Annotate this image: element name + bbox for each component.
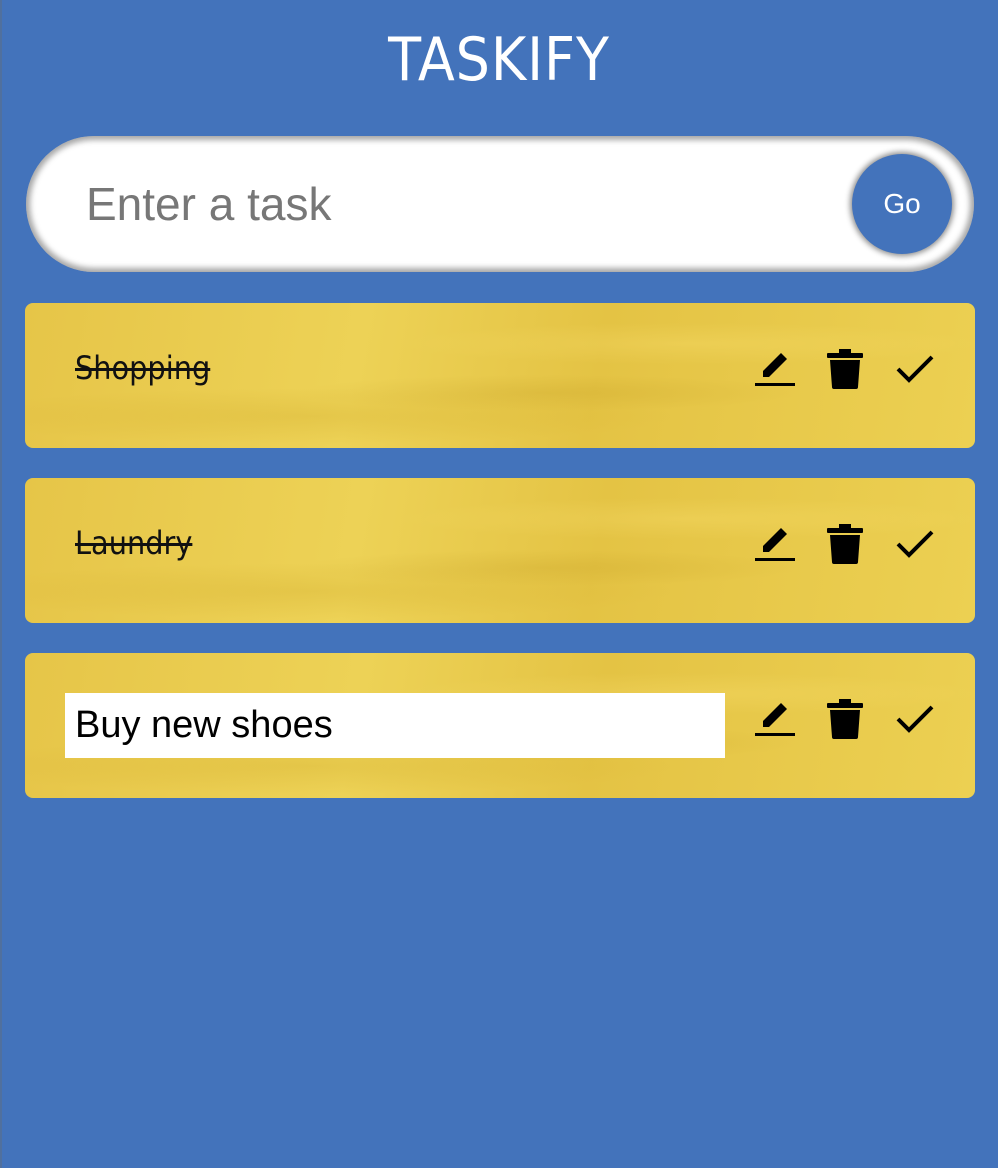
task-text: Laundry	[75, 524, 193, 562]
app-title: TASKIFY	[388, 25, 610, 95]
window-edge	[0, 0, 2, 1168]
pencil-icon[interactable]	[755, 522, 795, 566]
task-list: Shopping Laundry Buy new shoes	[25, 303, 975, 828]
task-card: Laundry	[25, 478, 975, 623]
task-card	[25, 653, 975, 798]
go-button[interactable]: Go	[852, 154, 952, 254]
pencil-icon[interactable]	[755, 697, 795, 741]
trash-icon[interactable]	[825, 347, 865, 391]
pencil-icon[interactable]	[755, 347, 795, 391]
task-actions	[755, 522, 935, 566]
task-text: Shopping	[75, 349, 211, 387]
task-actions	[755, 697, 935, 741]
check-icon[interactable]	[895, 697, 935, 741]
check-icon[interactable]	[895, 522, 935, 566]
task-actions	[755, 347, 935, 391]
task-input[interactable]	[82, 164, 830, 244]
trash-icon[interactable]	[825, 522, 865, 566]
check-icon[interactable]	[895, 347, 935, 391]
trash-icon[interactable]	[825, 697, 865, 741]
task-input-form: Go	[26, 136, 974, 272]
task-edit-input[interactable]	[65, 693, 725, 758]
task-card: Shopping	[25, 303, 975, 448]
